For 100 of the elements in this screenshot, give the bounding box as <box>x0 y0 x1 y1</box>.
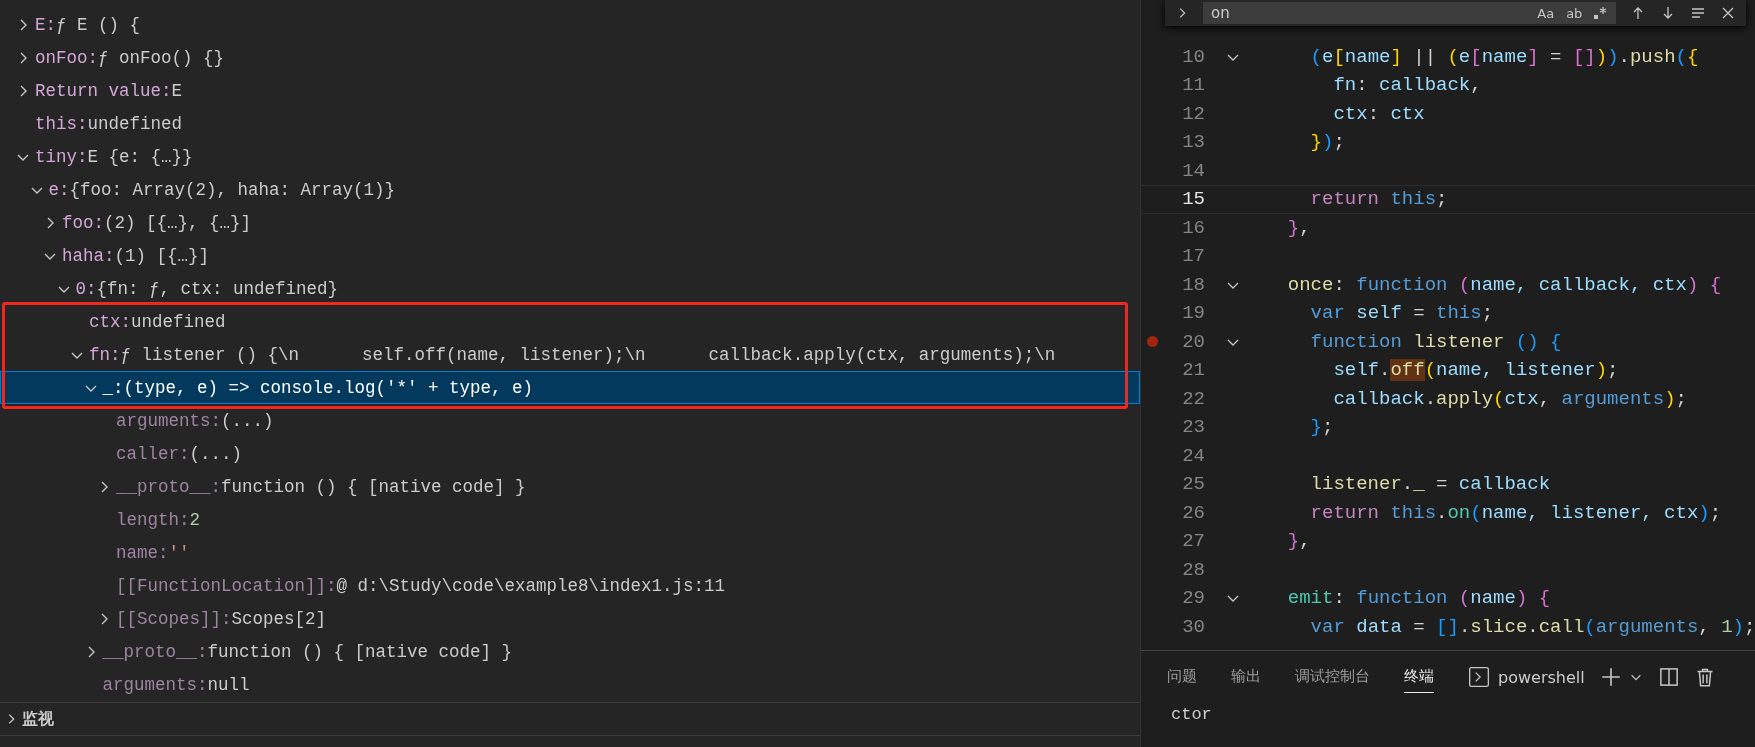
code-token: var <box>1309 615 1345 638</box>
variable-row[interactable]: arguments:null <box>0 668 1140 701</box>
variable-name: caller: <box>116 443 190 464</box>
panel-tab[interactable]: 输出 <box>1231 661 1261 693</box>
code-token: ) <box>1686 273 1699 296</box>
find-input[interactable]: on Aa ab <box>1203 2 1617 24</box>
line-number: 20 <box>1181 330 1205 353</box>
variable-row[interactable]: ctx:undefined <box>0 305 1140 338</box>
code-token: name, listener, ctx <box>1481 501 1699 524</box>
split-icon[interactable] <box>1658 667 1679 687</box>
code-token: listener <box>1412 330 1505 353</box>
selection-icon[interactable] <box>1690 5 1707 21</box>
section-header[interactable]: 监视 <box>0 702 1140 735</box>
variable-row[interactable]: arguments:(...) <box>0 404 1140 437</box>
code-token: . <box>1379 359 1391 382</box>
code-token: [] <box>1572 45 1596 68</box>
variable-row[interactable]: E:ƒ E () { <box>0 8 1140 41</box>
variable-name: this: <box>35 113 88 134</box>
variable-row[interactable]: _:(type, e) => console.log('*' + type, e) <box>0 371 1140 404</box>
variable-value: undefined <box>131 311 226 332</box>
variable-name: __proto__: <box>116 476 222 497</box>
code-token: , <box>1470 74 1482 97</box>
variable-name: onFoo: <box>35 47 98 68</box>
code-token: ) <box>1322 131 1334 154</box>
variable-row[interactable]: __proto__:function () { [native code] } <box>0 635 1140 668</box>
code-token: ) <box>1698 501 1710 524</box>
code-token: function <box>1356 587 1448 610</box>
variable-row[interactable]: tiny:E {e: {…}} <box>0 140 1140 173</box>
variable-value: 2 <box>189 509 201 530</box>
line-number: 23 <box>1181 416 1205 439</box>
code-token: this <box>1389 188 1437 211</box>
code-token: off <box>1390 359 1425 382</box>
variable-row[interactable]: onFoo:ƒ onFoo() {} <box>0 41 1140 74</box>
variable-row[interactable]: name:'' <box>0 536 1140 569</box>
find-option-button[interactable]: ab <box>1564 5 1585 21</box>
line-number: 15 <box>1181 188 1205 211</box>
panel-tab[interactable]: 终端 <box>1404 661 1434 693</box>
variable-row[interactable]: haha:(1) [{…}] <box>0 239 1140 272</box>
line-number: 19 <box>1181 302 1205 325</box>
line-number: 18 <box>1181 273 1205 296</box>
code-token: ] <box>1390 45 1402 68</box>
plus-icon[interactable] <box>1600 667 1621 687</box>
code-token: } <box>1286 216 1300 239</box>
variable-name: ctx: <box>89 311 131 332</box>
variable-row[interactable]: length:2 <box>0 503 1140 536</box>
code-token: , <box>1299 216 1311 239</box>
code-token: ( <box>1447 45 1459 68</box>
code-token: ctx <box>1504 387 1539 410</box>
code-token: , <box>1538 387 1552 410</box>
code-token: = <box>1412 615 1426 638</box>
code-token: callback <box>1332 387 1425 410</box>
variable-row[interactable]: __proto__:function () { [native code] } <box>0 470 1140 503</box>
code-token: || <box>1412 45 1438 68</box>
variable-value: '' <box>168 542 190 563</box>
code-token: return <box>1309 188 1380 211</box>
code-token: ; <box>1743 615 1755 638</box>
variable-value: function () { [native code] } <box>207 641 513 662</box>
terminal-profile-button[interactable]: powershell <box>1468 666 1585 688</box>
code-token: ( <box>1584 615 1596 638</box>
code-token: ctx <box>1390 102 1425 125</box>
line-number: 30 <box>1181 615 1205 638</box>
variable-name: [[Scopes]]: <box>116 608 232 629</box>
variable-row[interactable]: fn:ƒ listener () {\n self.off(name, listener);\n callback.apply(ctx, arguments);\n <box>0 338 1140 371</box>
regex-icon[interactable] <box>1592 5 1609 21</box>
code-token: . <box>1436 501 1448 524</box>
line-number: 26 <box>1181 501 1205 524</box>
variable-value: function () { [native code] } <box>221 476 526 497</box>
variable-row[interactable]: this:undefined <box>0 107 1140 140</box>
terminal-icon <box>1468 666 1490 688</box>
variable-value: E <box>171 80 183 101</box>
variable-value: undefined <box>87 113 183 134</box>
code-token: [ <box>1333 45 1345 68</box>
variable-row[interactable]: e:{foo: Array(2), haha: Array(1)} <box>0 173 1140 206</box>
panel-tab[interactable]: 调试控制台 <box>1295 661 1370 693</box>
find-option-button[interactable]: Aa <box>1535 5 1557 21</box>
variable-row[interactable]: foo:(2) [{…}, {…}] <box>0 206 1140 239</box>
code-token: = <box>1435 473 1449 496</box>
line-number: 22 <box>1181 387 1205 410</box>
code-token: ; <box>1333 131 1345 154</box>
variable-name: __proto__: <box>102 641 208 662</box>
variable-row[interactable]: [[FunctionLocation]]:@ d:\Study\code\example8\index1.js:11 <box>0 569 1140 602</box>
variable-row[interactable]: caller:(...) <box>0 437 1140 470</box>
line-number: 25 <box>1181 473 1205 496</box>
code-token: . <box>1527 615 1539 638</box>
code-token: , <box>1698 615 1711 638</box>
code-token: ( <box>1675 45 1687 68</box>
code-token: ; <box>1322 416 1334 439</box>
panel-tab[interactable]: 问题 <box>1167 661 1197 693</box>
variable-row[interactable]: 0:{fn: ƒ, ctx: undefined} <box>0 272 1140 305</box>
code-token: ( <box>1309 45 1322 68</box>
variable-row[interactable]: [[Scopes]]:Scopes[2] <box>0 602 1140 635</box>
variable-value: {fn: ƒ, ctx: undefined} <box>96 278 339 299</box>
line-number: 11 <box>1181 74 1205 97</box>
variable-row[interactable]: Return value:E <box>0 74 1140 107</box>
code-token: name <box>1481 45 1528 68</box>
variable-name: arguments: <box>116 410 222 431</box>
code-token: ; <box>1675 387 1687 410</box>
variable-name: foo: <box>62 212 104 233</box>
line-number: 21 <box>1181 359 1205 382</box>
code-token: . <box>1424 387 1437 410</box>
